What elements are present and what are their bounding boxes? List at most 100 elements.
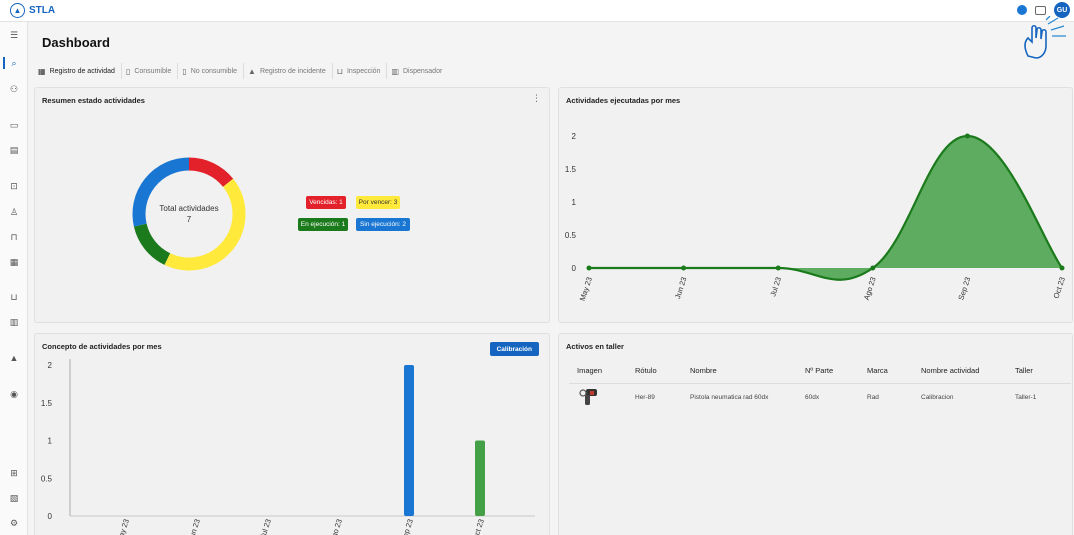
area-point-1[interactable] [681,265,687,271]
area-chart: 0 0.5 1 1.5 2 May 23 Jun 23 Jul 23 Ago 23 Sep 23 O… [565,132,1067,302]
donut-slice-1[interactable] [164,178,246,271]
col-nombre[interactable]: Nombre [682,358,797,384]
sidebar-item-grid-icon[interactable]: ⊞ [6,466,22,480]
tab-label: Consumible [134,67,172,75]
area-ytick-2: 1 [572,198,577,207]
bar-xtick-2: Jul 23 [258,518,273,535]
area-point-2[interactable] [775,265,781,271]
tab-no-consumible[interactable]: ▯ No consumible [178,63,245,79]
legend-en-ejecucion: En ejecución: 1 [298,218,348,231]
sidebar-item-eye-icon[interactable]: ◉ [6,387,22,401]
sidebar-active-indicator [3,57,5,69]
sidebar-item-dashboard-icon[interactable]: ⌕ [6,56,22,70]
area-ytick-1: 0.5 [565,231,577,240]
legend-sin-ejecucion: Sin ejecución: 2 [356,218,410,231]
area-fill [589,136,1062,280]
area-xtick-5: Oct 23 [1052,276,1067,300]
legend-vencidas: Vencidas: 1 [306,196,346,209]
more-options-icon[interactable]: ⋮ [532,94,541,103]
sidebar-item-dispenser-icon[interactable]: ▥ [6,315,22,329]
tab-consumible[interactable]: ▯ Consumible [122,63,179,79]
bar-xtick-3: Ago 23 [328,518,344,535]
area-ytick-4: 2 [572,132,577,141]
resumen-title: Resumen estado actividades [42,96,145,105]
activos-table: Imagen Rótulo Nombre Nº Parte Marca Nomb… [569,358,1071,412]
sidebar-item-users-icon[interactable]: ⚇ [6,82,22,96]
tab-registro-actividad[interactable]: ▦ Registro de actividad [34,63,122,79]
tab-label: Inspección [346,67,381,75]
donut-slice-3[interactable] [132,157,190,227]
ejecutadas-card: Actividades ejecutadas por mes 0 0.5 1 1.5 2… [558,87,1073,323]
sidebar-item-calendar-icon[interactable]: ▭ [6,118,22,132]
cell-rotulo: Her-89 [635,394,655,402]
concepto-card: Concepto de actividades por mes Calibrac… [34,333,550,535]
area-point-3[interactable] [870,265,876,271]
area-xtick-3: Ago 23 [862,276,878,301]
col-actividad[interactable]: Nombre actividad [913,358,1007,384]
donut-chart: Total actividades 7 [132,157,246,271]
chat-icon[interactable] [1035,5,1046,15]
col-imagen[interactable]: Imagen [569,358,627,384]
bar-ytick-3: 1.5 [41,399,53,408]
pneumatic-gun-image [579,388,597,405]
sidebar: ☰ ⌕ ⚇ ▭ ▤ ⊡ ♙ ⊓ ▦ ⊔ ▥ ▲ ◉ ⊞ ▧ ⚙ [0,22,28,535]
area-point-5[interactable] [1059,265,1065,271]
tab-label: Dispensador [403,67,443,75]
donut-center-value: 7 [187,215,192,224]
activos-title: Activos en taller [566,342,624,351]
table-row[interactable]: Her-89 Pistola neumatica rad 60dx 60dx R… [569,383,1071,412]
sidebar-item-inbox-icon[interactable]: ⊔ [6,290,22,304]
donut-slice-0[interactable] [188,157,234,188]
menu-icon[interactable]: ☰ [6,28,22,42]
tab-label: Registro de actividad [49,67,115,75]
stla-logo-icon: ▲ [10,3,25,18]
col-rotulo[interactable]: Rótulo [627,358,682,384]
status-dot-icon[interactable] [1017,5,1027,15]
sidebar-item-person-icon[interactable]: ♙ [6,205,22,219]
tab-label: Registro de incidente [259,67,326,75]
tab-registro-incidente[interactable]: ▲ Registro de incidente [244,63,333,79]
sidebar-item-documents-icon[interactable]: ▤ [6,143,22,157]
bar-ytick-0: 0 [48,512,53,521]
resumen-card: Resumen estado actividades ⋮ Total activ… [34,87,550,323]
donut-slice-2[interactable] [133,223,171,265]
activos-card: Activos en taller Imagen Rótulo Nombre N… [558,333,1073,535]
brand-name: STLA [29,5,56,16]
col-marca[interactable]: Marca [859,358,913,384]
area-point-4[interactable] [964,133,970,139]
inbox-icon: ⊔ [336,66,343,76]
tab-inspeccion[interactable]: ⊔ Inspección [333,63,388,79]
area-xtick-0: May 23 [578,276,594,302]
tab-dispensador[interactable]: ▥ Dispensador [387,63,448,79]
sidebar-item-storage-icon[interactable]: ▦ [6,255,22,269]
area-xtick-4: Sep 23 [956,276,972,301]
table-header-row: Imagen Rótulo Nombre Nº Parte Marca Nomb… [569,358,1071,384]
col-parte[interactable]: Nº Parte [797,358,859,384]
cell-nombre: Pistola neumatica rad 60dx [690,394,769,402]
asset-thumbnail[interactable] [569,383,627,412]
bar-chart: 0 0.5 1 1.5 2 May 23 Jun 23 Jul 23 Ago 23 Sep 23 O… [41,359,535,535]
bar-ytick-4: 2 [48,361,53,370]
bar-xtick-5: Oct 23 [471,518,486,535]
cell-actividad: Calibracion [921,394,954,402]
sidebar-item-report-icon[interactable]: ▧ [6,491,22,505]
bar-5[interactable] [475,440,485,517]
bar-xtick-1: Jun 23 [186,518,202,535]
col-taller[interactable]: Taller [1007,358,1071,384]
area-xtick-2: Jul 23 [768,276,783,298]
brand[interactable]: ▲ STLA [10,3,55,18]
sidebar-item-search-icon[interactable]: ⊡ [6,179,22,193]
sidebar-item-settings-icon[interactable]: ⚙ [6,516,22,530]
top-bar: ▲ STLA GU [0,0,1074,22]
area-ytick-3: 1.5 [565,165,577,174]
donut-center-label: Total actividades [159,204,218,213]
cell-marca: Rad [867,394,879,402]
sidebar-item-warning-icon[interactable]: ▲ [6,351,22,365]
tab-label: No consumible [190,67,238,75]
bar-xtick-0: May 23 [115,518,131,535]
area-point-0[interactable] [586,265,592,271]
bar-ytick-2: 1 [48,437,53,446]
bar-xtick-4: Sep 23 [399,518,415,535]
bar-4[interactable] [404,365,414,516]
sidebar-item-lock-icon[interactable]: ⊓ [6,230,22,244]
